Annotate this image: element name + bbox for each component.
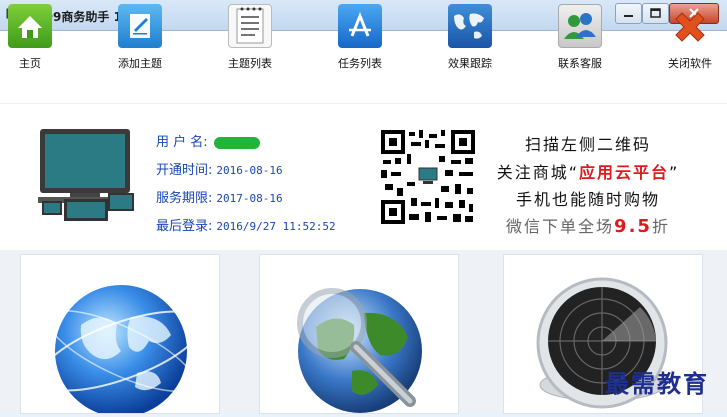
wechat-qr-code: [379, 128, 477, 226]
toolbar-topic-list-button[interactable]: 主题列表: [215, 4, 285, 70]
add-topic-icon: [118, 4, 162, 48]
contact-users-icon: [558, 4, 602, 48]
username-row: 用 户 名:: [156, 131, 260, 150]
minimize-icon: [624, 15, 633, 17]
last-login-row: 最后登录: 2016/9/27 11:52:52: [156, 215, 336, 234]
open-date-label: 开通时间:: [156, 163, 213, 178]
promo-line-4-prefix: 微信下单全场: [506, 217, 615, 236]
close-x-icon: [668, 4, 712, 48]
promo-discount-value: 9.5: [614, 216, 652, 237]
world-map-icon: [448, 4, 492, 48]
task-list-icon: [338, 4, 382, 48]
promo-line-1: 扫描左侧二维码: [524, 135, 651, 154]
open-date-row: 开通时间: 2016-08-16: [156, 159, 283, 178]
toolbar-task-list-button[interactable]: 任务列表: [325, 4, 395, 70]
promo-line-2-suffix: ”: [669, 163, 680, 182]
promo-line-2-prefix: 关注商城“: [496, 163, 579, 182]
promo-platform-name: 应用云平台: [578, 163, 669, 182]
toolbar-task-list-label: 任务列表: [338, 57, 382, 70]
username-redacted-badge: [213, 136, 260, 149]
expire-date-label: 服务期限:: [156, 191, 213, 206]
magnifier-globe-icon: [297, 288, 422, 413]
promo-line-4: 微信下单全场9.5折: [488, 213, 688, 237]
toolbar-exit-label: 关闭软件: [668, 57, 712, 70]
promo-line-3: 手机也能随时购物: [515, 190, 660, 209]
toolbar-topic-list-label: 主题列表: [228, 57, 272, 70]
last-login-label: 最后登录:: [156, 219, 213, 234]
toolbar-contact-label: 联系客服: [558, 57, 602, 70]
promo-line-2: 关注商城“应用云平台”: [488, 159, 688, 183]
watermark-text: 最需教育: [605, 369, 709, 398]
minimize-button[interactable]: [615, 3, 642, 24]
feature-card-search[interactable]: [259, 254, 459, 414]
username-label: 用 户 名:: [156, 135, 208, 150]
expire-date-row: 服务期限: 2017-08-16: [156, 187, 283, 206]
last-login-value: 2016/9/27 11:52:52: [216, 220, 336, 233]
toolbar-tracking-label: 效果跟踪: [448, 57, 492, 70]
toolbar-home-button[interactable]: 主页: [0, 4, 65, 70]
expire-date-value: 2017-08-16: [216, 192, 283, 205]
toolbar-add-topic-label: 添加主题: [118, 57, 162, 70]
open-date-value: 2016-08-16: [216, 164, 283, 177]
toolbar-home-label: 主页: [19, 57, 41, 70]
toolbar-tracking-button[interactable]: 效果跟踪: [435, 4, 505, 70]
toolbar-add-topic-button[interactable]: 添加主题: [105, 4, 175, 70]
promo-line-4-suffix: 折: [651, 217, 670, 236]
home-icon: [8, 4, 52, 48]
topic-list-icon: [228, 4, 272, 48]
feature-card-network[interactable]: [20, 254, 220, 417]
monitor-icon: [38, 129, 134, 221]
globe-network-icon: [38, 285, 204, 417]
toolbar-contact-button[interactable]: 联系客服: [545, 4, 615, 70]
toolbar-exit-button[interactable]: 关闭软件: [655, 4, 725, 70]
